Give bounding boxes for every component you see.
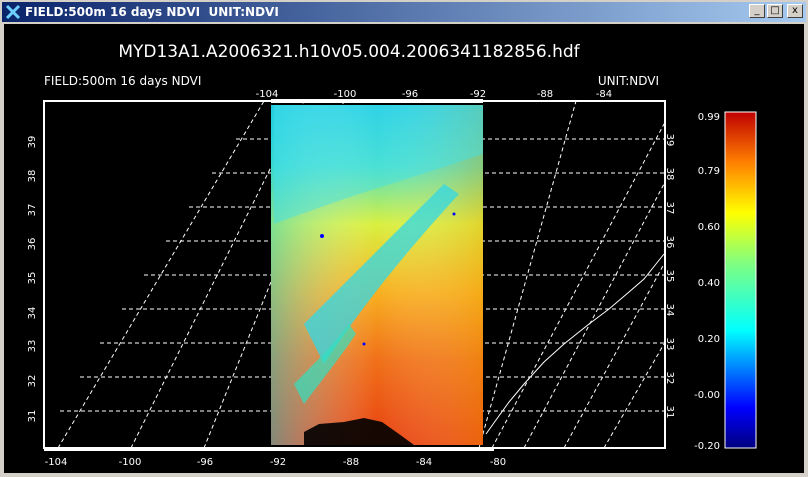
lon-top-label: -88 (537, 89, 553, 100)
lat-right-label: 38 (664, 168, 675, 181)
colorbar-tick: -0.00 (694, 390, 720, 401)
plot-title: MYD13A1.A2006321.h10v05.004.200634118285… (118, 42, 580, 62)
maximize-button[interactable]: □ (767, 4, 783, 18)
plot-canvas: MYD13A1.A2006321.h10v05.004.200634118285… (4, 24, 804, 473)
lat-right-label: 39 (664, 134, 675, 147)
left-latitude-labels: 31 32 33 34 35 36 37 38 39 (27, 136, 38, 423)
title-bar[interactable]: FIELD:500m 16 days NDVI UNIT:NDVI _ □ x (2, 2, 806, 22)
app-icon (5, 4, 21, 20)
top-axis-bar (271, 99, 483, 103)
lat-left-label: 37 (27, 204, 38, 217)
coastline (485, 253, 665, 435)
lat-right-label: 36 (664, 236, 675, 249)
lat-left-label: 39 (27, 136, 38, 149)
lat-right-label: 34 (664, 304, 675, 317)
lat-right-label: 32 (664, 372, 675, 385)
lon-bottom-label: -88 (343, 457, 359, 468)
lon-bottom-label: -104 (45, 457, 68, 468)
colorbar (724, 111, 757, 449)
lon-top-label: -92 (470, 89, 486, 100)
lat-left-label: 31 (27, 410, 38, 423)
colorbar-labels: 0.99 0.79 0.60 0.40 0.20 -0.00 -0.20 (694, 112, 720, 452)
lat-left-label: 38 (27, 170, 38, 183)
window-title: FIELD:500m 16 days NDVI UNIT:NDVI (25, 5, 279, 19)
lat-right-label: 35 (664, 270, 675, 283)
lon-bottom-label: -92 (270, 457, 286, 468)
lon-bottom-label: -100 (119, 457, 142, 468)
lat-right-label: 31 (664, 406, 675, 419)
lat-left-label: 35 (27, 272, 38, 285)
lon-bottom-label: -80 (490, 457, 506, 468)
lon-bottom-label: -84 (416, 457, 432, 468)
colorbar-tick: -0.20 (694, 441, 720, 452)
colorbar-tick: 0.79 (698, 166, 720, 177)
ndvi-swath (271, 105, 483, 445)
lat-left-label: 36 (27, 238, 38, 251)
lon-bottom-label: -96 (197, 457, 213, 468)
lat-left-label: 32 (27, 375, 38, 388)
lon-top-label: -104 (256, 89, 279, 100)
colorbar-tick: 0.60 (698, 222, 720, 233)
lat-left-label: 34 (27, 307, 38, 320)
lat-right-label: 33 (664, 338, 675, 351)
colorbar-tick: 0.20 (698, 334, 720, 345)
unit-label: UNIT:NDVI (598, 74, 659, 88)
field-label: FIELD:500m 16 days NDVI (44, 74, 201, 88)
lon-top-label: -100 (334, 89, 357, 100)
app-window: FIELD:500m 16 days NDVI UNIT:NDVI _ □ x (0, 0, 808, 477)
colorbar-tick: 0.40 (698, 278, 720, 289)
bottom-longitude-labels: -104 -100 -96 -92 -88 -84 -80 (45, 457, 507, 468)
lon-top-label: -84 (596, 89, 612, 100)
colorbar-tick: 0.99 (698, 112, 720, 123)
close-button[interactable]: x (787, 4, 803, 18)
bottom-axis-bar (44, 447, 494, 451)
lon-top-label: -96 (402, 89, 418, 100)
minimize-button[interactable]: _ (749, 4, 765, 18)
ndvi-map-plot: MYD13A1.A2006321.h10v05.004.200634118285… (27, 42, 757, 468)
right-latitude-labels: 31 32 33 34 35 36 37 38 39 (664, 134, 675, 419)
lat-right-label: 37 (664, 202, 675, 215)
top-longitude-labels: -104 -100 -96 -92 -88 -84 (256, 89, 613, 100)
lat-left-label: 33 (27, 340, 38, 353)
window-controls: _ □ x (749, 4, 803, 18)
